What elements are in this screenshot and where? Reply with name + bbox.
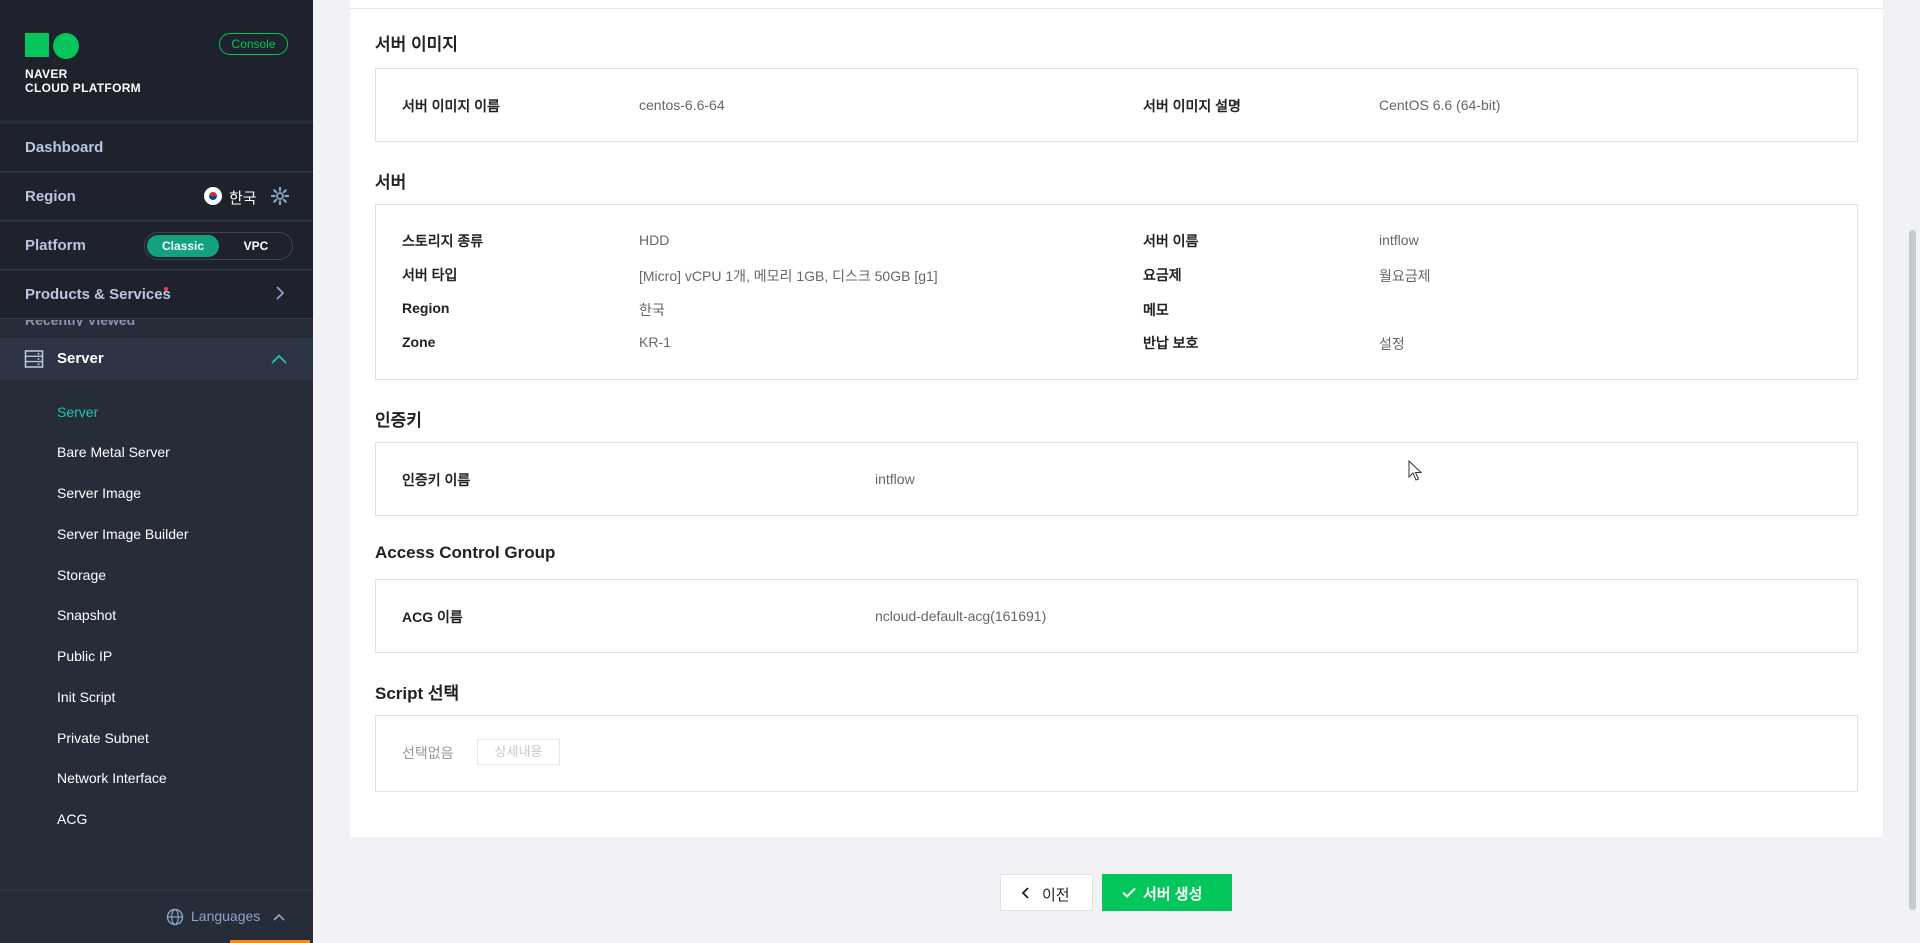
chevron-up-icon[interactable]: [271, 352, 287, 366]
section-title-server-image: 서버 이미지: [375, 35, 458, 54]
dashboard-label: Dashboard: [25, 139, 104, 156]
new-indicator-dot: [164, 287, 168, 291]
naver-cloud-logo-icon[interactable]: [25, 33, 81, 59]
chevron-right-icon: [276, 286, 285, 300]
section-title-acg: Access Control Group: [375, 543, 556, 562]
console-button[interactable]: Console: [219, 33, 288, 55]
sidebar-item-products[interactable]: Products & Services: [0, 271, 313, 319]
sub-item-server-image[interactable]: Server Image: [57, 485, 141, 501]
scrollbar-thumb[interactable]: [1909, 230, 1916, 910]
zone-key: Zone: [402, 334, 436, 350]
image-name-value: centos-6.6-64: [639, 97, 725, 113]
server-name-key: 서버 이름: [1143, 233, 1199, 249]
sub-item-public-ip[interactable]: Public IP: [57, 648, 112, 664]
platform-toggle[interactable]: Classic VPC: [144, 232, 293, 260]
platform-option-vpc[interactable]: VPC: [221, 235, 291, 257]
image-name-key: 서버 이미지 이름: [402, 98, 500, 114]
termination-protect-key: 반납 보호: [1143, 335, 1199, 351]
create-server-button[interactable]: 서버 생성: [1102, 874, 1232, 911]
prev-button[interactable]: 이전: [1000, 874, 1093, 911]
platform-label: Platform: [25, 237, 86, 254]
storage-type-value: HDD: [639, 232, 670, 248]
check-icon: [1122, 887, 1136, 898]
sidebar-group-server[interactable]: Server: [0, 338, 313, 380]
script-box: 선택없음 상세내용: [375, 715, 1858, 792]
sub-item-server-image-builder[interactable]: Server Image Builder: [57, 526, 189, 542]
sub-item-bare-metal-server[interactable]: Bare Metal Server: [57, 444, 170, 460]
prev-button-label: 이전: [1042, 887, 1070, 904]
script-detail-button[interactable]: 상세내용: [477, 739, 560, 765]
sidebar-item-dashboard[interactable]: Dashboard: [0, 124, 313, 172]
section-title-server: 서버: [375, 173, 407, 192]
auth-key-name-value: intflow: [875, 471, 915, 487]
storage-type-key: 스토리지 종류: [402, 233, 484, 249]
create-server-label: 서버 생성: [1143, 886, 1203, 903]
server-box: 스토리지 종류 HDD 서버 타입 [Micro] vCPU 1개, 메모리 1…: [375, 204, 1858, 380]
globe-icon: [166, 908, 184, 926]
section-title-script: Script 선택: [375, 684, 460, 703]
sub-item-init-script[interactable]: Init Script: [57, 689, 115, 705]
script-selected-value: 선택없음: [402, 745, 454, 761]
sidebar-item-platform: Platform Classic VPC: [0, 222, 313, 270]
server-type-key: 서버 타입: [402, 267, 458, 283]
region-value[interactable]: 한국: [229, 187, 257, 208]
sub-item-private-subnet[interactable]: Private Subnet: [57, 730, 149, 746]
region-value-text: 한국: [639, 302, 665, 318]
plan-key: 요금제: [1143, 267, 1182, 283]
chevron-up-icon: [273, 913, 285, 921]
section-title-auth-key: 인증키: [375, 411, 422, 430]
auth-key-box: 인증키 이름 intflow: [375, 442, 1858, 516]
server-submenu: Server Bare Metal Server Server Image Se…: [0, 380, 313, 855]
sub-item-network-interface[interactable]: Network Interface: [57, 770, 167, 786]
image-desc-value: CentOS 6.6 (64-bit): [1379, 97, 1501, 113]
sub-item-storage[interactable]: Storage: [57, 567, 106, 583]
top-divider: [350, 0, 1883, 9]
acg-name-key: ACG 이름: [402, 609, 463, 625]
server-image-box: 서버 이미지 이름 centos-6.6-64 서버 이미지 설명 CentOS…: [375, 68, 1858, 142]
korea-flag-icon: [204, 187, 222, 205]
products-label: Products & Services: [25, 286, 171, 303]
sidebar: NAVER CLOUD PLATFORM Console Dashboard R…: [0, 0, 313, 943]
platform-option-classic[interactable]: Classic: [147, 235, 219, 257]
brand-text: NAVER CLOUD PLATFORM: [25, 67, 141, 95]
termination-protect-value: 설정: [1379, 336, 1405, 352]
sub-item-snapshot[interactable]: Snapshot: [57, 607, 116, 623]
languages-label: Languages: [191, 908, 261, 924]
auth-key-name-key: 인증키 이름: [402, 472, 471, 488]
acg-name-value: ncloud-default-acg(161691): [875, 608, 1047, 624]
gear-icon[interactable]: [270, 186, 290, 206]
memo-key: 메모: [1143, 302, 1169, 318]
zone-value: KR-1: [639, 334, 671, 350]
server-icon: [24, 350, 44, 368]
logo-area: NAVER CLOUD PLATFORM Console: [0, 0, 313, 120]
languages-bar[interactable]: Languages: [0, 890, 313, 943]
recently-viewed-label: Recently Viewed: [25, 320, 135, 326]
sub-item-acg[interactable]: ACG: [57, 811, 87, 827]
region-key: Region: [402, 300, 450, 316]
image-desc-key: 서버 이미지 설명: [1143, 98, 1241, 114]
sidebar-item-region: Region 한국: [0, 173, 313, 221]
server-summary-card: 서버 이미지 서버 이미지 이름 centos-6.6-64 서버 이미지 설명…: [350, 0, 1883, 837]
chevron-left-icon: [1021, 887, 1029, 899]
server-group-label: Server: [57, 350, 104, 367]
region-label: Region: [25, 188, 76, 205]
server-type-value: [Micro] vCPU 1개, 메모리 1GB, 디스크 50GB [g1]: [639, 268, 938, 284]
mouse-cursor-icon: [1408, 460, 1422, 481]
plan-value: 월요금제: [1379, 268, 1431, 284]
server-name-value: intflow: [1379, 232, 1419, 248]
acg-box: ACG 이름 ncloud-default-acg(161691): [375, 579, 1858, 653]
sub-item-server[interactable]: Server: [57, 404, 98, 420]
